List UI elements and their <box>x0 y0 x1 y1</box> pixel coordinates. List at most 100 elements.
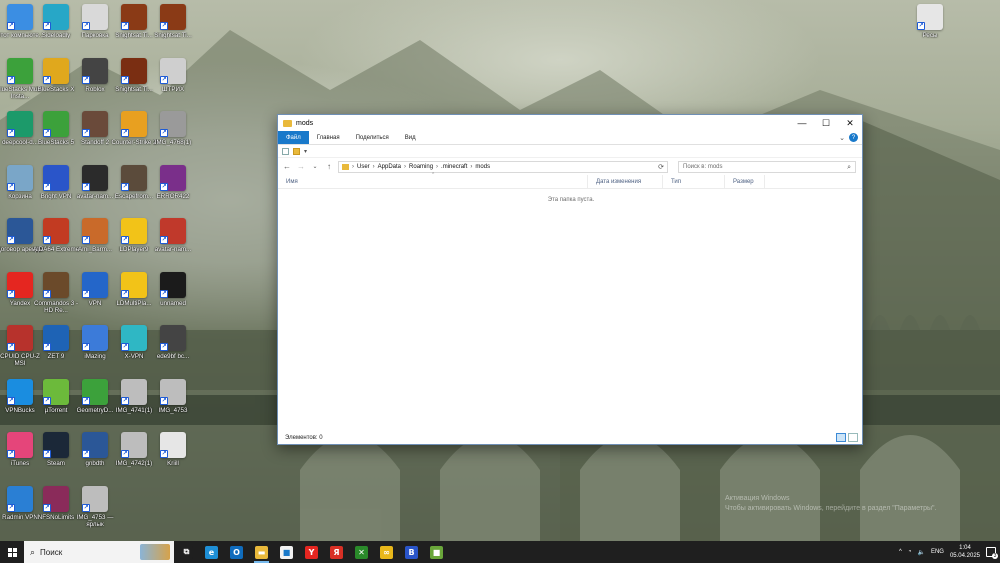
system-tray: ^ ◔ 🔈 ENG 1:04 05.04.2025 3 <box>899 541 1000 563</box>
shortcut-arrow-icon: ↗ <box>7 22 15 30</box>
taskbar-app-app-yellow[interactable]: ∞ <box>374 541 399 563</box>
crumb-appdata[interactable]: AppData <box>378 164 401 170</box>
game-icon: ↗ <box>82 111 108 137</box>
shortcut-arrow-icon: ↗ <box>160 343 168 351</box>
taskbar-app-edge[interactable]: e <box>199 541 224 563</box>
bluestacks-x-icon: ↗ <box>43 57 69 84</box>
desktop-icon[interactable]: ↗ IMG_4753 — ярлык <box>71 485 119 536</box>
details-view-button[interactable] <box>836 433 846 442</box>
taskbar-app-minecraft[interactable]: ■ <box>424 541 449 563</box>
taskbar-search[interactable]: ⌕ Поиск <box>24 541 174 563</box>
file-icon: ↗ <box>917 4 943 30</box>
game-icon: ↗ <box>121 4 147 30</box>
new-folder-icon[interactable] <box>293 147 300 155</box>
desktop-icon[interactable]: ↗ ERROR422 <box>149 164 197 215</box>
shortcut-arrow-icon: ↗ <box>7 450 15 458</box>
notification-center-icon[interactable]: 3 <box>986 547 998 559</box>
cs-icon: ↗ <box>121 111 147 137</box>
game-icon: ↗ <box>121 164 147 191</box>
taskbar-app-yandex[interactable]: Y <box>299 541 324 563</box>
crumb-separator: › <box>352 163 354 170</box>
shortcut-arrow-icon: ↗ <box>82 450 90 458</box>
desktop-icon[interactable]: ↗ Kriill <box>149 432 197 482</box>
taskbar-app-outlook[interactable]: O <box>224 541 249 563</box>
bluestacks-icon: ↗ <box>7 57 33 84</box>
crumb-mods[interactable]: mods <box>475 164 490 170</box>
vpn-icon: ↗ <box>82 271 108 298</box>
crumb-roaming[interactable]: Roaming <box>409 164 433 170</box>
crumb-user[interactable]: User <box>357 164 370 170</box>
shortcut-arrow-icon: ↗ <box>7 289 15 298</box>
bright-vpn-icon: B <box>405 545 418 559</box>
taskbar-search-label: Поиск <box>40 547 63 557</box>
volume-icon[interactable]: 🔈 <box>917 549 924 556</box>
start-button[interactable] <box>0 541 24 563</box>
network-icon[interactable]: ◔ <box>908 549 912 555</box>
file-icon: ↗ <box>160 432 186 458</box>
column-date-modified[interactable]: Дата изменения <box>588 174 663 189</box>
tab-view[interactable]: Вид <box>397 131 424 144</box>
address-folder-icon <box>342 163 349 170</box>
qat-dropdown-icon[interactable]: ▾ <box>304 148 307 155</box>
crumb-separator: › <box>372 163 375 170</box>
crumb-minecraft[interactable]: .minecraft <box>441 164 467 170</box>
column-type[interactable]: Тип <box>663 174 725 189</box>
file-explorer-window[interactable]: mods — ☐ ✕ Файл Главная Поделиться Вид ⌄… <box>277 114 863 445</box>
tab-file[interactable]: Файл <box>278 131 309 144</box>
desktop-icon[interactable]: ↗ Ресы <box>906 4 954 54</box>
maximize-button[interactable]: ☐ <box>814 115 838 131</box>
forward-button[interactable]: → <box>296 162 306 171</box>
yandex-icon: ↗ <box>7 271 33 298</box>
image-icon: ↗ <box>160 271 186 298</box>
taskbar-app-bright-vpn[interactable]: B <box>399 541 424 563</box>
tray-overflow-icon[interactable]: ^ <box>899 549 902 555</box>
shortcut-arrow-icon: ↗ <box>917 22 925 30</box>
refresh-icon[interactable]: ⟳ <box>655 163 667 171</box>
shortcut-arrow-icon: ↗ <box>43 503 51 512</box>
game-icon: ↗ <box>160 4 186 30</box>
aida-icon: ↗ <box>43 218 69 244</box>
clock[interactable]: 1:04 05.04.2025 <box>950 544 980 560</box>
desktop-icon[interactable]: ↗ avatar-nam... <box>149 218 197 268</box>
shortcut-arrow-icon: ↗ <box>121 129 129 137</box>
properties-icon[interactable] <box>282 147 289 155</box>
taskbar-app-file-explorer[interactable]: ▬ <box>249 541 274 563</box>
desktop-icon[interactable]: ↗ ede9bf bc... <box>149 325 197 375</box>
taskbar-app-task-view[interactable]: ⧉ <box>174 541 199 563</box>
desktop-icon[interactable]: ↗ IMG_4768(1) <box>149 111 197 161</box>
desktop-icon[interactable]: ↗ Snightsat.Ti... <box>149 4 197 54</box>
desktop-icon[interactable]: ↗ unnamed <box>149 271 197 322</box>
taskbar-app-xbox[interactable]: ✕ <box>349 541 374 563</box>
taskbar-app-yandex-browser[interactable]: Я <box>324 541 349 563</box>
desktop-icon[interactable]: ↗ IMG_4753 <box>149 378 197 429</box>
language-indicator[interactable]: ENG <box>931 549 944 555</box>
up-button[interactable]: ↑ <box>324 162 334 171</box>
address-bar[interactable]: › User › AppData › Roaming › .minecraft … <box>338 160 668 173</box>
shortcut-arrow-icon: ↗ <box>7 129 15 137</box>
search-box[interactable]: Поиск в: mods ⌕ <box>678 160 856 173</box>
shortcut-arrow-icon: ↗ <box>7 503 15 512</box>
column-headers: ⌃ Имя Дата изменения Тип Размер <box>278 172 862 189</box>
shortcut-arrow-icon: ↗ <box>43 396 51 405</box>
ldplayer-icon: ↗ <box>121 271 147 298</box>
tab-home[interactable]: Главная <box>309 131 348 144</box>
title-bar[interactable]: mods — ☐ ✕ <box>278 115 862 131</box>
help-button[interactable]: ? <box>849 133 858 142</box>
clock-date: 05.04.2025 <box>949 553 980 559</box>
search-placeholder: Поиск в: mods <box>683 163 723 170</box>
expand-ribbon-icon[interactable]: ⌄ <box>839 134 845 142</box>
tab-share[interactable]: Поделиться <box>348 131 397 144</box>
cpuz-icon: ↗ <box>7 325 33 351</box>
desktop-icon-label: IMG_4753 — ярлык <box>76 513 114 528</box>
desktop-icon[interactable]: ↗ ШТРИХ <box>149 57 197 108</box>
column-size[interactable]: Размер <box>725 174 765 189</box>
recent-locations-button[interactable]: ⌄ <box>310 163 320 170</box>
back-button[interactable]: ← <box>282 162 292 171</box>
taskbar-app-store[interactable]: ■ <box>274 541 299 563</box>
xbox-icon: ✕ <box>355 545 368 559</box>
large-icons-view-button[interactable] <box>848 433 858 442</box>
image-icon: ↗ <box>82 485 108 512</box>
close-button[interactable]: ✕ <box>838 115 862 131</box>
minimize-button[interactable]: — <box>790 115 814 131</box>
image-icon: ↗ <box>121 378 147 405</box>
